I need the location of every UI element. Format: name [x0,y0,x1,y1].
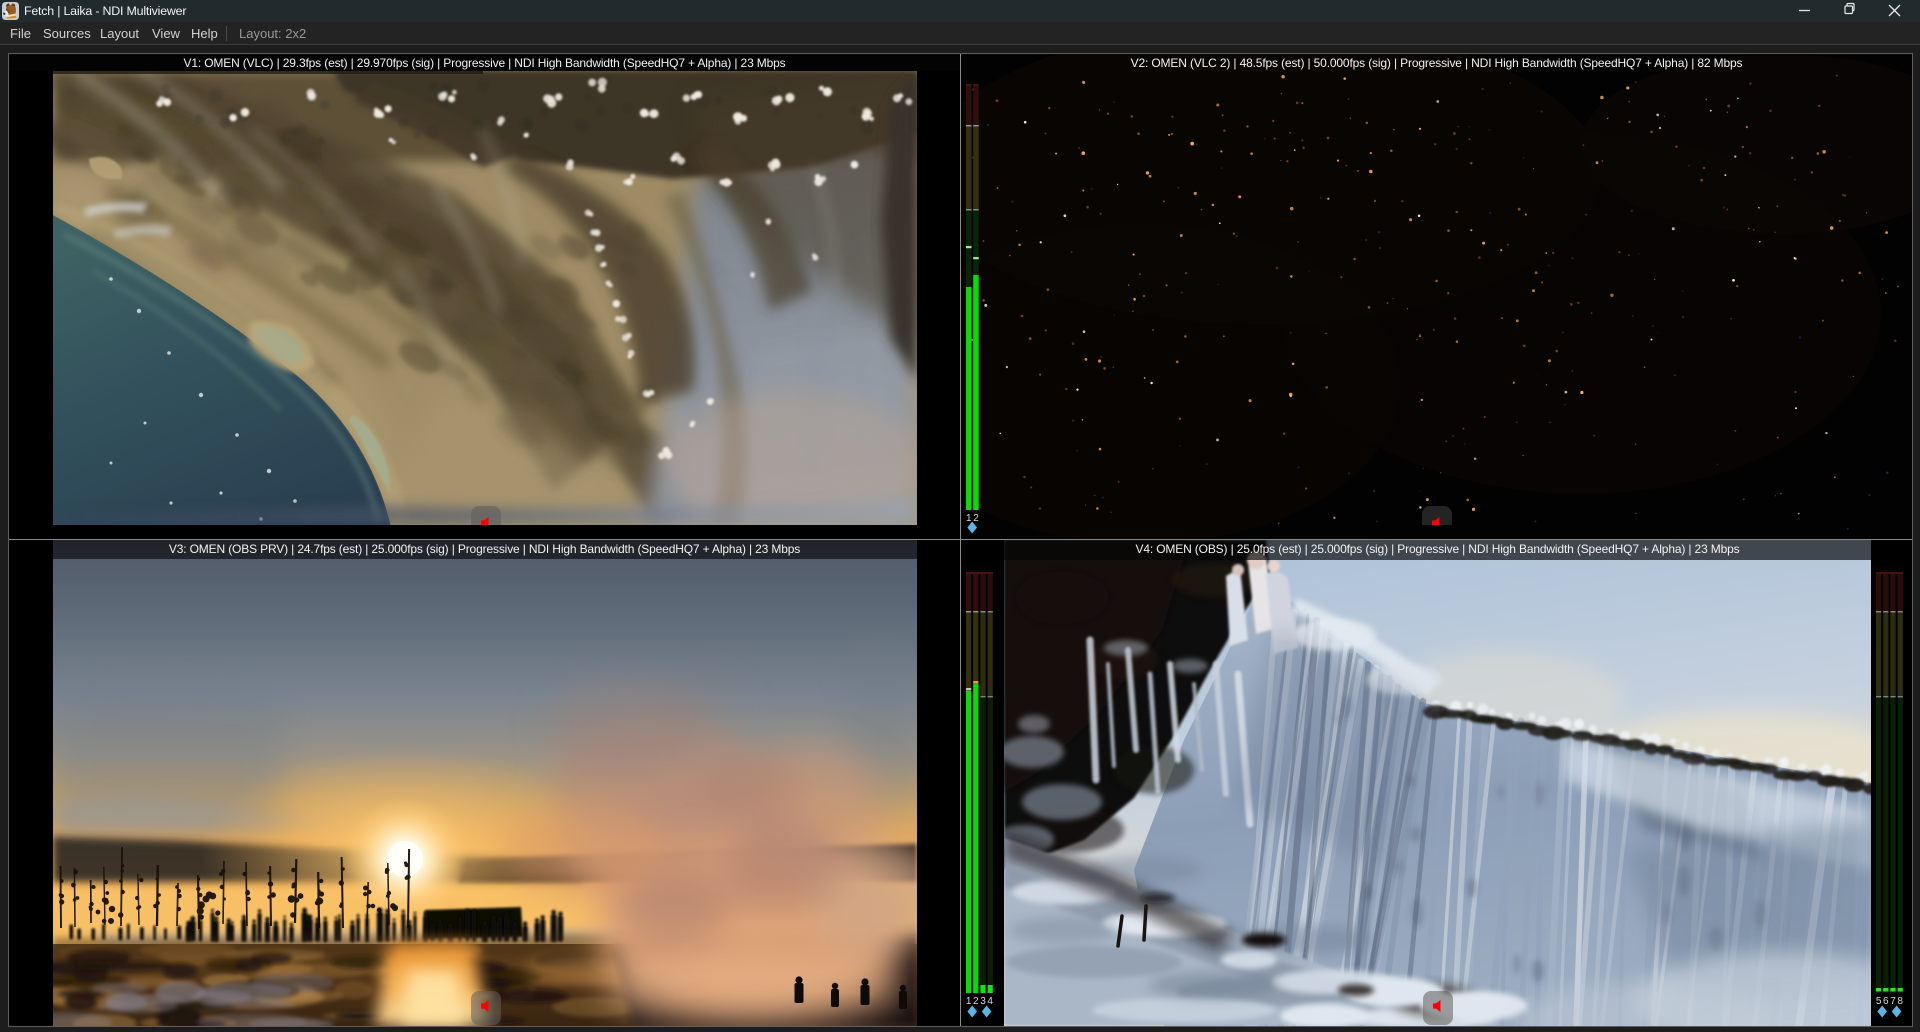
svg-text:4: 4 [987,996,993,1007]
svg-text:2: 2 [973,996,979,1007]
svg-text:5: 5 [1875,996,1881,1007]
svg-text:6: 6 [1883,996,1889,1007]
svg-text:8: 8 [1897,996,1903,1007]
svg-text:3: 3 [980,996,986,1007]
svg-text:1: 1 [966,513,972,524]
svg-text:1: 1 [966,996,972,1007]
svg-text:7: 7 [1890,996,1896,1007]
svg-text:2: 2 [973,513,979,524]
